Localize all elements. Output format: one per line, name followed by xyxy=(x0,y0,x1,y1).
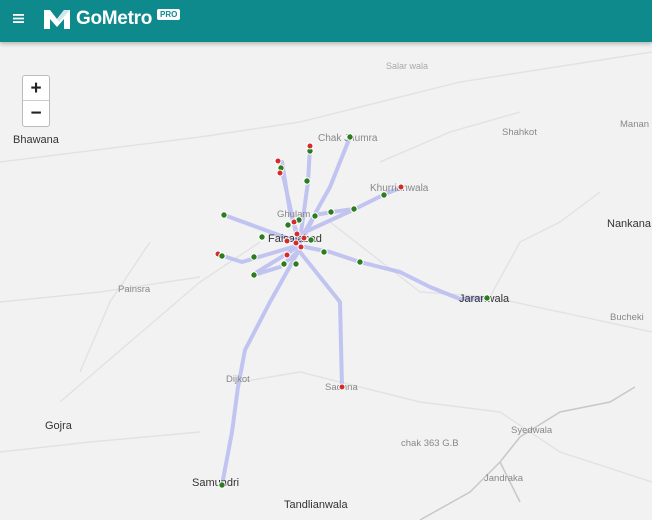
stop-marker[interactable] xyxy=(250,271,258,279)
stop-marker[interactable] xyxy=(346,133,354,141)
stop-marker[interactable] xyxy=(290,218,298,226)
place-label: Manan xyxy=(620,119,649,130)
stop-marker[interactable] xyxy=(338,383,346,391)
place-label: Painsra xyxy=(118,284,151,295)
stop-marker[interactable] xyxy=(380,191,388,199)
stop-marker[interactable] xyxy=(284,221,292,229)
stop-marker[interactable] xyxy=(283,251,291,259)
place-label: Salar wala xyxy=(386,61,428,71)
place-label: chak 363 G.B xyxy=(401,438,459,449)
place-label: Tandlianwala xyxy=(284,499,348,511)
place-labels: Salar wala Bhawana Chak Jhumra Shahkot M… xyxy=(13,61,652,511)
place-label: Shahkot xyxy=(502,127,537,138)
map-canvas[interactable]: Salar wala Bhawana Chak Jhumra Shahkot M… xyxy=(0,42,652,520)
hamburger-icon xyxy=(12,13,24,23)
place-label: Dijkot xyxy=(226,374,250,385)
place-label: Ghulam xyxy=(277,209,310,220)
stop-marker[interactable] xyxy=(258,233,266,241)
stop-marker[interactable] xyxy=(311,212,319,220)
brand-name: GoMetro xyxy=(76,8,153,29)
place-label: Samundri xyxy=(192,477,239,489)
app-header: GoMetro PRO xyxy=(0,0,652,42)
stop-marker[interactable] xyxy=(483,294,491,302)
stop-marker[interactable] xyxy=(250,253,258,261)
zoom-control: + − xyxy=(22,75,50,127)
stop-marker[interactable] xyxy=(306,142,314,150)
pro-badge: PRO xyxy=(157,8,181,20)
place-label: Bucheki xyxy=(610,312,644,323)
background-roads xyxy=(0,51,652,483)
stop-marker[interactable] xyxy=(303,177,311,185)
stop-marker[interactable] xyxy=(220,211,228,219)
stop-marker[interactable] xyxy=(350,205,358,213)
route-lines xyxy=(218,135,489,487)
menu-button[interactable] xyxy=(9,9,27,27)
stop-marker[interactable] xyxy=(283,237,291,245)
place-label: Syedwala xyxy=(511,425,553,436)
stop-marker[interactable] xyxy=(356,258,364,266)
gometro-logo-icon xyxy=(44,10,70,29)
stop-marker[interactable] xyxy=(274,157,282,165)
stop-marker[interactable] xyxy=(300,234,308,242)
stop-marker[interactable] xyxy=(327,208,335,216)
stop-marker[interactable] xyxy=(218,481,226,489)
zoom-in-button[interactable]: + xyxy=(23,76,49,101)
place-label: Gojra xyxy=(45,420,73,432)
place-label: Nankana xyxy=(607,218,652,230)
stop-marker[interactable] xyxy=(320,248,328,256)
place-label: Bhawana xyxy=(13,134,60,146)
stop-marker[interactable] xyxy=(397,183,405,191)
map-view[interactable]: Salar wala Bhawana Chak Jhumra Shahkot M… xyxy=(0,42,652,520)
stop-marker[interactable] xyxy=(307,236,315,244)
stop-marker[interactable] xyxy=(297,243,305,251)
stop-markers[interactable] xyxy=(214,133,491,489)
stop-marker[interactable] xyxy=(292,260,300,268)
place-label: Jandraka xyxy=(484,473,524,484)
brand[interactable]: GoMetro PRO xyxy=(43,7,181,31)
stop-marker[interactable] xyxy=(280,260,288,268)
river xyxy=(419,386,636,520)
stop-marker[interactable] xyxy=(276,169,284,177)
zoom-out-button[interactable]: − xyxy=(23,101,49,125)
stop-marker[interactable] xyxy=(293,230,301,238)
stop-marker[interactable] xyxy=(218,252,226,260)
